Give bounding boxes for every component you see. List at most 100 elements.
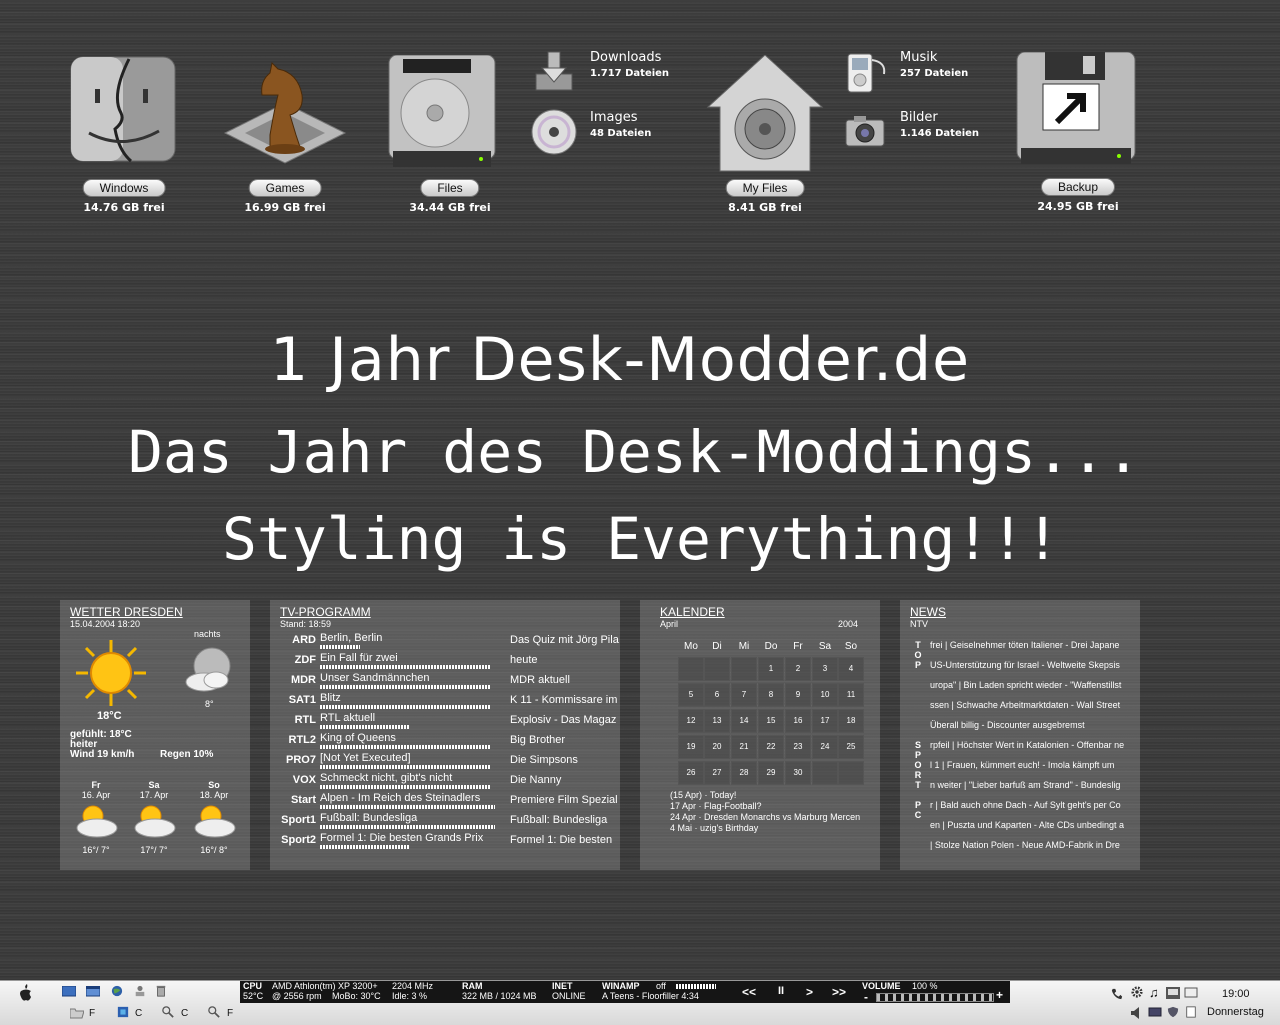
drive-label-files[interactable]: Files [420, 179, 480, 197]
gear-icon[interactable] [1130, 986, 1144, 998]
calendar-day-cell[interactable]: 8 [758, 683, 784, 707]
trash-icon[interactable] [154, 985, 168, 997]
user-icon[interactable] [133, 985, 147, 997]
tv-row[interactable]: Sport2 Formel 1: Die besten Grands Prix Fo… [270, 832, 620, 854]
calendar-day-cell[interactable]: 16 [785, 709, 811, 733]
calendar-day-cell[interactable]: 3 [812, 657, 838, 681]
calendar-day-cell[interactable] [731, 657, 757, 681]
volume-up-button[interactable]: + [996, 988, 1003, 1002]
folder-musik[interactable]: Musik 257 Dateien [842, 48, 992, 100]
calendar-day-cell[interactable]: 6 [704, 683, 730, 707]
play-button[interactable]: > [806, 985, 813, 999]
calendar-day-cell[interactable]: 9 [785, 683, 811, 707]
puzzle-icon[interactable] [116, 1006, 130, 1018]
volume-slider[interactable] [876, 993, 994, 1002]
calendar-day-cell[interactable]: 15 [758, 709, 784, 733]
tv-row[interactable]: RTL2 King of Queens Big Brother [270, 732, 620, 754]
next-track-button[interactable]: >> [832, 985, 846, 999]
calendar-day-cell[interactable] [678, 657, 704, 681]
calendar-day-cell[interactable]: 17 [812, 709, 838, 733]
display-icon[interactable] [1148, 1007, 1162, 1019]
calendar-day-cell[interactable]: 25 [838, 735, 864, 759]
tv-row[interactable]: MDR Unser Sandmännchen MDR aktuell [270, 672, 620, 694]
calendar-day-cell[interactable]: 7 [731, 683, 757, 707]
news-headline[interactable]: US-Unterstützung für Israel - Weltweite … [930, 660, 1130, 670]
phone-icon[interactable] [1110, 988, 1124, 1000]
clock-time[interactable]: 19:00 [1222, 988, 1250, 1000]
pause-button[interactable]: II [778, 985, 784, 997]
tv-row[interactable]: VOX Schmeckt nicht, gibt's nicht Die Nanny [270, 772, 620, 794]
news-headline[interactable]: n weiter | "Lieber barfuß am Strand" - B… [930, 780, 1130, 790]
calendar-day-cell[interactable]: 13 [704, 709, 730, 733]
drive-icon-files[interactable]: Files 34.44 GB frei [385, 55, 515, 220]
calendar-day-cell[interactable]: 10 [812, 683, 838, 707]
drive-label-my-files[interactable]: My Files [725, 179, 805, 197]
calendar-day-cell[interactable]: 26 [678, 761, 704, 785]
shield-icon[interactable] [1166, 1006, 1180, 1018]
news-headline[interactable]: | Stolze Nation Polen - Neue AMD-Fabrik … [930, 840, 1130, 850]
network-icon[interactable] [1166, 987, 1180, 999]
drive-icon-backup[interactable]: Backup 24.95 GB frei [1013, 52, 1143, 217]
clock-weekday[interactable]: Donnerstag [1207, 1006, 1264, 1018]
sound-icon[interactable] [1130, 1007, 1144, 1019]
news-headline[interactable]: Überall billig - Discounter ausgebremst [930, 720, 1130, 730]
folder-bilder[interactable]: Bilder 1.146 Dateien [842, 108, 992, 160]
apple-icon[interactable] [18, 984, 34, 1002]
news-headline[interactable]: en | Puszta und Kaparten - Alte CDs unbe… [930, 820, 1130, 830]
calendar-day-cell[interactable]: 24 [812, 735, 838, 759]
window-icon[interactable] [86, 986, 100, 998]
monitor-icon[interactable] [1184, 987, 1198, 999]
calendar-day-cell[interactable]: 1 [758, 657, 784, 681]
calendar-day-cell[interactable]: 11 [838, 683, 864, 707]
document-icon[interactable] [1184, 1006, 1198, 1018]
drive-icon-windows[interactable]: Windows 14.76 GB frei [59, 55, 189, 220]
calendar-day-cell[interactable]: 4 [838, 657, 864, 681]
prev-track-button[interactable]: << [742, 985, 756, 999]
calendar-day-cell[interactable]: 5 [678, 683, 704, 707]
drive-icon-my-files[interactable]: My Files 8.41 GB frei [700, 55, 830, 220]
tv-row[interactable]: SAT1 Blitz K 11 - Kommissare im [270, 692, 620, 714]
drive-shortcut-f[interactable]: F [89, 1008, 95, 1019]
globe-icon[interactable] [110, 985, 124, 997]
calendar-day-cell[interactable]: 19 [678, 735, 704, 759]
folder-downloads[interactable]: Downloads 1.717 Dateien [530, 48, 680, 100]
news-headline[interactable]: r | Bald auch ohne Dach - Auf Sylt geht'… [930, 800, 1130, 810]
calendar-day-cell[interactable]: 12 [678, 709, 704, 733]
calendar-day-cell[interactable]: 23 [785, 735, 811, 759]
news-headline[interactable]: uropa" | Bin Laden spricht wieder - "Waf… [930, 680, 1130, 690]
calendar-day-cell[interactable]: 18 [838, 709, 864, 733]
calendar-day-cell[interactable]: 30 [785, 761, 811, 785]
folder-images[interactable]: Images 48 Dateien [530, 108, 680, 160]
drive-label-windows[interactable]: Windows [82, 179, 166, 197]
search-shortcut-c[interactable]: C [181, 1008, 188, 1019]
news-headline[interactable]: rpfeil | Höchster Wert in Katalonien - O… [930, 740, 1130, 750]
calendar-day-cell[interactable] [838, 761, 864, 785]
tv-row[interactable]: Sport1 Fußball: Bundesliga Fußball: Bundes… [270, 812, 620, 834]
drive-shortcut-c[interactable]: C [135, 1008, 142, 1019]
tv-row[interactable]: RTL RTL aktuell Explosiv - Das Magaz [270, 712, 620, 734]
calendar-day-cell[interactable]: 29 [758, 761, 784, 785]
drive-icon-games[interactable]: Games 16.99 GB frei [220, 55, 350, 220]
calendar-day-cell[interactable]: 14 [731, 709, 757, 733]
calendar-day-cell[interactable]: 28 [731, 761, 757, 785]
magnifier-icon[interactable] [161, 1006, 175, 1018]
desktop-icon[interactable] [62, 986, 76, 998]
calendar-day-cell[interactable] [704, 657, 730, 681]
calendar-day-cell[interactable]: 22 [758, 735, 784, 759]
calendar-day-cell[interactable] [812, 761, 838, 785]
tv-row[interactable]: ARD Berlin, Berlin Das Quiz mit Jörg Pila [270, 632, 620, 654]
tv-row[interactable]: ZDF Ein Fall für zwei heute [270, 652, 620, 674]
magnifier-icon[interactable] [207, 1006, 221, 1018]
news-headline[interactable]: ssen | Schwache Arbeitmarktdaten - Wall … [930, 700, 1130, 710]
folder-open-icon[interactable] [70, 1007, 84, 1019]
calendar-day-cell[interactable]: 27 [704, 761, 730, 785]
drive-label-games[interactable]: Games [248, 179, 322, 197]
tv-row[interactable]: Start Alpen - Im Reich des Steinadlers Pre… [270, 792, 620, 814]
drive-label-backup[interactable]: Backup [1040, 178, 1116, 196]
calendar-day-cell[interactable]: 20 [704, 735, 730, 759]
tv-row[interactable]: PRO7 [Not Yet Executed] Die Simpsons [270, 752, 620, 774]
calendar-day-cell[interactable]: 2 [785, 657, 811, 681]
music-note-icon[interactable]: ♫ [1149, 985, 1159, 1000]
news-headline[interactable]: l 1 | Frauen, kümmert euch! - Imola kämp… [930, 760, 1130, 770]
volume-down-button[interactable]: - [864, 990, 868, 1004]
